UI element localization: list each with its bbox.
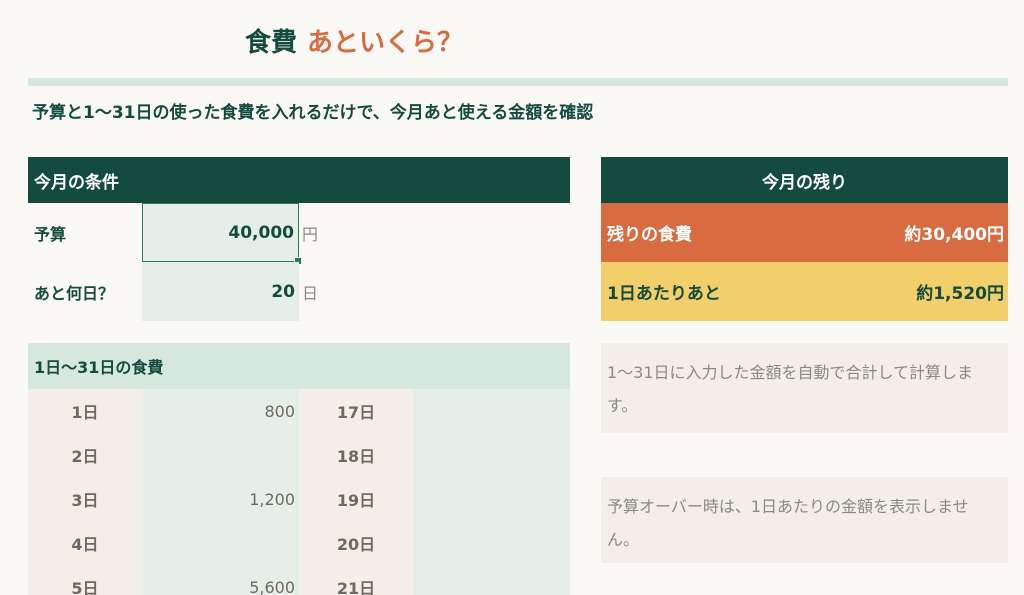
budget-value: 40,000 xyxy=(228,222,294,243)
daily-table: 1日 800 17日 2日 18日 3日 1,200 19日 4日 20日 5日… xyxy=(28,389,570,595)
days-value: 20 xyxy=(271,281,295,302)
day-label: 20日 xyxy=(336,535,376,554)
days-label: あと何日？ xyxy=(34,283,115,303)
per-day-value: 約1,520円 xyxy=(916,284,1004,304)
budget-input[interactable]: 40,000 xyxy=(142,203,302,265)
day-label: 19日 xyxy=(336,491,376,510)
day-label: 18日 xyxy=(336,447,376,466)
day-amount-cell[interactable] xyxy=(413,433,570,477)
food-left-value: 約30,400円 xyxy=(904,225,1004,245)
day-label: 21日 xyxy=(336,579,376,595)
food-left-row: 残りの食費 約30,400円 xyxy=(601,203,1008,262)
per-day-row: 1日あたりあと 約1,520円 xyxy=(601,262,1008,321)
page-subtitle: 予算と1〜31日の使った食費を入れるだけで、今月あと使える金額を確認 xyxy=(32,103,594,123)
title-divider xyxy=(28,78,1008,86)
day-amount-cell[interactable] xyxy=(142,521,299,565)
table-row: 4日 20日 xyxy=(28,521,570,565)
title-main: 食費 xyxy=(244,28,297,58)
day-amount-cell[interactable]: 800 xyxy=(142,389,299,433)
days-unit: 日 xyxy=(302,283,319,303)
conditions-header: 今月の条件 xyxy=(28,157,570,203)
table-row: 1日 800 17日 xyxy=(28,389,570,433)
table-row: 3日 1,200 19日 xyxy=(28,477,570,521)
food-left-label: 残りの食費 xyxy=(607,225,692,245)
per-day-label: 1日あたりあと xyxy=(607,284,721,304)
day-label: 3日 xyxy=(71,491,99,510)
page-title: 食費 あといくら？ xyxy=(0,22,708,59)
day-amount-cell[interactable] xyxy=(413,521,570,565)
note-over-budget: 予算オーバー時は、1日あたりの金額を表示しません。 xyxy=(601,477,1008,563)
table-row: 5日 5,600 21日 xyxy=(28,565,570,595)
day-amount-cell[interactable] xyxy=(413,565,570,595)
budget-label: 予算 xyxy=(34,224,67,244)
budget-unit: 円 xyxy=(302,224,319,244)
remaining-header: 今月の残り xyxy=(601,157,1008,203)
day-label: 17日 xyxy=(336,403,376,422)
day-amount-cell[interactable] xyxy=(413,389,570,433)
title-accent: あといくら？ xyxy=(307,28,464,58)
day-amount-cell[interactable]: 5,600 xyxy=(142,565,299,595)
day-amount-cell[interactable] xyxy=(413,477,570,521)
table-row: 2日 18日 xyxy=(28,433,570,477)
day-label: 5日 xyxy=(71,579,99,595)
day-amount-cell[interactable] xyxy=(142,433,299,477)
note-auto-sum: 1〜31日に入力した金額を自動で合計して計算します。 xyxy=(601,343,1008,433)
day-amount-cell[interactable]: 1,200 xyxy=(142,477,299,521)
daily-header: 1日〜31日の食費 xyxy=(28,343,570,389)
day-label: 4日 xyxy=(71,535,99,554)
days-input[interactable]: 20 xyxy=(142,262,299,321)
day-label: 2日 xyxy=(71,447,99,466)
day-label: 1日 xyxy=(71,403,99,422)
